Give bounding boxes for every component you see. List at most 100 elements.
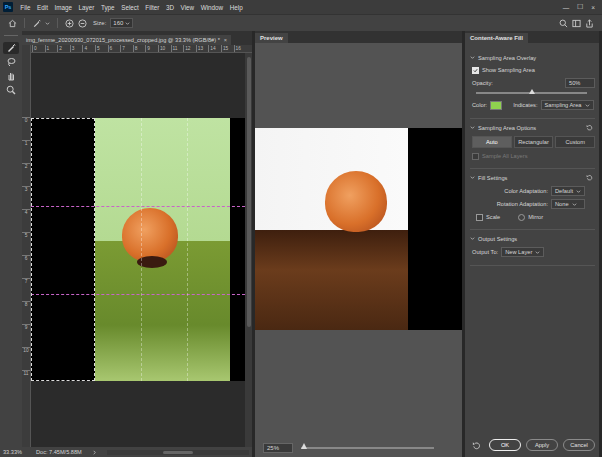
radio-button[interactable] xyxy=(518,214,525,221)
dropdown-icon xyxy=(585,103,590,108)
sampling-mode-button[interactable]: Auto xyxy=(472,136,512,148)
panel-tab[interactable]: Content-Aware Fill xyxy=(465,33,528,43)
hand-icon[interactable] xyxy=(6,71,16,81)
window-control[interactable]: ☐ xyxy=(573,3,587,11)
tool-button[interactable] xyxy=(3,42,19,54)
dropdown-icon[interactable] xyxy=(125,21,130,26)
chevron-icon[interactable] xyxy=(470,55,475,60)
table xyxy=(255,230,408,330)
lasso-icon[interactable] xyxy=(6,57,16,67)
section-header[interactable]: Sampling Area Options xyxy=(470,123,595,132)
checkbox-row[interactable]: Show Sampling Area xyxy=(472,66,595,74)
menu-item[interactable]: Window xyxy=(197,4,226,11)
opacity-field[interactable]: 50% xyxy=(565,78,595,88)
zoom-slider[interactable] xyxy=(301,447,434,449)
tool-button[interactable] xyxy=(3,56,19,68)
output-dropdown[interactable]: New Layer xyxy=(501,247,544,257)
zoom-field[interactable]: 25% xyxy=(263,443,293,453)
dropdown-icon xyxy=(535,250,540,255)
ruler-label: 3 xyxy=(70,45,83,52)
fill-option[interactable]: Scale xyxy=(476,214,500,221)
slider-thumb[interactable] xyxy=(301,443,307,449)
section-header[interactable]: Sampling Area Overlay xyxy=(470,53,595,62)
document-size: Doc: 7.45M/5.88M xyxy=(36,449,82,455)
dialog-button[interactable]: Apply xyxy=(526,439,558,451)
section-body: Show Sampling AreaOpacity:50%Color:Indic… xyxy=(470,62,595,119)
indicates-dropdown[interactable]: Sampling Area xyxy=(541,100,594,110)
preview-tab[interactable]: Preview xyxy=(255,33,288,43)
menu-item[interactable]: Layer xyxy=(75,4,97,11)
color-adaptation-label: Color Adaptation: xyxy=(472,188,548,194)
brush-icon[interactable] xyxy=(6,43,16,53)
menu-item[interactable]: 3D xyxy=(163,4,178,11)
workspace-icon[interactable] xyxy=(572,19,581,28)
menu-item[interactable]: File xyxy=(17,4,34,11)
subtract-from-sample-icon[interactable] xyxy=(78,19,87,28)
zoom-icon[interactable] xyxy=(6,85,16,95)
menu-item[interactable]: Edit xyxy=(34,4,51,11)
scroll-thumb[interactable] xyxy=(247,57,251,327)
close-tab-button[interactable]: × xyxy=(224,37,227,43)
chevron-icon[interactable] xyxy=(470,236,475,241)
tool-button[interactable] xyxy=(3,84,19,96)
checkbox[interactable] xyxy=(472,67,479,74)
preview-image xyxy=(255,128,462,330)
horizontal-scrollbar[interactable] xyxy=(107,450,249,455)
add-to-sample-icon[interactable] xyxy=(65,19,74,28)
search-icon[interactable] xyxy=(559,19,568,28)
ruler-label: 6 xyxy=(108,45,121,52)
menu-item[interactable]: Select xyxy=(118,4,142,11)
chevron-icon[interactable] xyxy=(470,125,475,130)
rotation-adaptation-label: Rotation Adaptation: xyxy=(472,201,548,207)
menu-item[interactable]: Type xyxy=(98,4,118,11)
document-tab[interactable]: img_femme_20200930_072015_processed_crop… xyxy=(22,35,231,45)
fill-option[interactable]: Mirror xyxy=(518,214,543,221)
preview-area xyxy=(255,43,462,439)
menu-item[interactable]: View xyxy=(177,4,197,11)
section-header[interactable]: Fill Settings xyxy=(470,173,595,182)
size-field[interactable]: 160 xyxy=(110,18,133,28)
window-control[interactable]: — xyxy=(559,4,574,11)
slider-thumb[interactable] xyxy=(529,89,535,94)
reset-icon[interactable] xyxy=(472,441,481,450)
ruler-label: 2 xyxy=(22,163,30,186)
output-label: Output To: xyxy=(472,249,498,255)
rotation-adaptation-dropdown[interactable]: None xyxy=(551,199,585,209)
zoom-level[interactable]: 33.33% xyxy=(3,449,22,455)
home-icon[interactable] xyxy=(8,19,17,28)
sampling-mode-button[interactable]: Custom xyxy=(555,136,595,148)
menu-item[interactable]: Image xyxy=(51,4,75,11)
arrow-right-icon[interactable] xyxy=(92,450,97,455)
separator xyxy=(57,18,58,28)
panel-footer: OK Apply Cancel xyxy=(470,439,595,453)
window-control[interactable]: × xyxy=(587,4,599,11)
checkbox[interactable] xyxy=(472,153,479,160)
color-swatch[interactable] xyxy=(490,101,502,110)
brush-icon[interactable] xyxy=(32,19,41,28)
dialog-button[interactable]: OK xyxy=(489,439,521,451)
reset-icon[interactable] xyxy=(586,174,593,181)
menu-item[interactable]: Help xyxy=(226,4,246,11)
canvas[interactable] xyxy=(31,53,245,447)
dialog-button[interactable]: Cancel xyxy=(563,439,595,451)
document-area: img_femme_20200930_072015_processed_crop… xyxy=(0,31,252,457)
size-label: Size: xyxy=(93,20,106,26)
canvas-row: 01234567891011 xyxy=(22,53,252,447)
tool-button[interactable] xyxy=(3,70,19,82)
menu-item[interactable]: Filter xyxy=(142,4,163,11)
ruler-label: 11 xyxy=(22,370,30,393)
sampling-mode-button[interactable]: Rectangular xyxy=(514,136,554,148)
dropdown-icon[interactable] xyxy=(45,21,50,26)
reset-icon[interactable] xyxy=(586,124,593,131)
opacity-slider[interactable] xyxy=(476,92,587,94)
chevron-icon[interactable] xyxy=(470,175,475,180)
vertical-scrollbar[interactable] xyxy=(245,53,252,447)
options-bar: Size: 160 xyxy=(0,14,602,31)
scroll-thumb[interactable] xyxy=(163,451,193,454)
share-icon[interactable] xyxy=(585,19,594,28)
section-header[interactable]: Output Settings xyxy=(470,234,595,243)
checkbox[interactable] xyxy=(476,214,483,221)
color-adaptation-dropdown[interactable]: Default xyxy=(551,186,585,196)
checkbox-row[interactable]: Sample All Layers xyxy=(472,152,595,160)
content-aware-fill-panel: Content-Aware FillSampling Area OverlayS… xyxy=(465,31,599,457)
